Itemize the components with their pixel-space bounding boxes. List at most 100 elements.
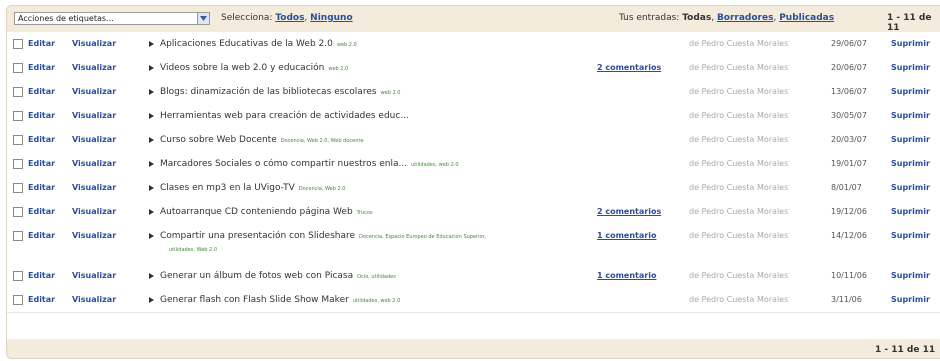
pagination-count-bottom: 1 - 11 de 11 [875, 345, 936, 355]
post-title[interactable]: Herramientas web para creación de activi… [160, 111, 413, 121]
delete-link[interactable]: Suprimir [891, 135, 930, 144]
expand-triangle-icon[interactable] [149, 41, 154, 47]
edit-link[interactable]: Editar [28, 231, 55, 240]
edit-link[interactable]: Editar [28, 39, 55, 48]
post-date: 13/06/07 [831, 87, 867, 96]
selecciona-label: Selecciona: [221, 13, 273, 23]
expand-triangle-icon[interactable] [149, 113, 154, 119]
table-row: Editar Visualizar Herramientas web para cr… [7, 104, 940, 129]
expand-triangle-icon[interactable] [149, 297, 154, 303]
filter-drafts-link[interactable]: Borradores [717, 13, 774, 23]
post-date: 10/11/06 [831, 271, 867, 280]
row-checkbox[interactable] [13, 159, 23, 169]
table-row: Editar Visualizar Videos sobre la web 2.0 … [7, 56, 940, 81]
row-checkbox[interactable] [13, 295, 23, 305]
post-tags[interactable]: web 2.0 [381, 90, 401, 96]
post-title[interactable]: Marcadores Sociales o cómo compartir nue… [160, 159, 459, 169]
post-author: de Pedro Cuesta Morales [689, 207, 789, 216]
row-checkbox[interactable] [13, 271, 23, 281]
chevron-down-icon[interactable] [197, 13, 209, 24]
view-link[interactable]: Visualizar [72, 39, 116, 48]
edit-link[interactable]: Editar [28, 135, 55, 144]
edit-link[interactable]: Editar [28, 295, 55, 304]
post-tags[interactable]: Trucos [357, 210, 373, 216]
edit-link[interactable]: Editar [28, 87, 55, 96]
post-title[interactable]: Compartir una presentación con Slideshar… [160, 231, 486, 241]
view-link[interactable]: Visualizar [72, 135, 116, 144]
delete-link[interactable]: Suprimir [891, 87, 930, 96]
view-link[interactable]: Visualizar [72, 183, 116, 192]
post-title[interactable]: Curso sobre Web Docente Docencia, Web 2.0… [160, 135, 363, 145]
post-tags[interactable]: utilidades, web 2.0 [411, 162, 458, 168]
select-all-link[interactable]: Todos [275, 13, 304, 23]
row-checkbox[interactable] [13, 135, 23, 145]
delete-link[interactable]: Suprimir [891, 295, 930, 304]
view-link[interactable]: Visualizar [72, 159, 116, 168]
delete-link[interactable]: Suprimir [891, 183, 930, 192]
expand-triangle-icon[interactable] [149, 209, 154, 215]
post-tags-line2[interactable]: utilidades, Web 2.0 [169, 247, 217, 253]
comments-link[interactable]: 2 comentarios [597, 63, 661, 72]
edit-link[interactable]: Editar [28, 63, 55, 72]
post-title-text: Generar flash con Flash Slide Show Maker [160, 295, 349, 305]
expand-triangle-icon[interactable] [149, 185, 154, 191]
filter-published-link[interactable]: Publicadas [779, 13, 834, 23]
view-link[interactable]: Visualizar [72, 231, 116, 240]
expand-triangle-icon[interactable] [149, 233, 154, 239]
expand-triangle-icon[interactable] [149, 65, 154, 71]
post-title[interactable]: Autoarranque CD conteniendo página Web Tr… [160, 207, 373, 217]
row-checkbox[interactable] [13, 231, 23, 241]
delete-link[interactable]: Suprimir [891, 63, 930, 72]
delete-link[interactable]: Suprimir [891, 231, 930, 240]
delete-link[interactable]: Suprimir [891, 111, 930, 120]
label-actions-select[interactable]: Acciones de etiquetas... [14, 12, 210, 25]
post-tags[interactable]: Docencia, Espacio Europeo de Educación S… [359, 234, 486, 240]
post-title[interactable]: Generar flash con Flash Slide Show Maker… [160, 295, 400, 305]
comments-link[interactable]: 1 comentario [597, 271, 656, 280]
post-tags[interactable]: Docencia, Web 2.0 [299, 186, 346, 192]
view-link[interactable]: Visualizar [72, 87, 116, 96]
view-link[interactable]: Visualizar [72, 111, 116, 120]
delete-link[interactable]: Suprimir [891, 39, 930, 48]
table-row: Editar Visualizar Blogs: dinamización de l… [7, 80, 940, 105]
post-title[interactable]: Generar un álbum de fotos web con Picasa… [160, 271, 396, 281]
filter-all[interactable]: Todas [682, 13, 711, 23]
post-author: de Pedro Cuesta Morales [689, 159, 789, 168]
comments-link[interactable]: 1 comentario [597, 231, 656, 240]
post-tags[interactable]: utilidades, web 2.0 [353, 298, 400, 304]
edit-link[interactable]: Editar [28, 159, 55, 168]
expand-triangle-icon[interactable] [149, 273, 154, 279]
delete-link[interactable]: Suprimir [891, 207, 930, 216]
delete-link[interactable]: Suprimir [891, 159, 930, 168]
delete-link[interactable]: Suprimir [891, 271, 930, 280]
post-title[interactable]: Clases en mp3 en la UVigo-TV Docencia, We… [160, 183, 345, 193]
edit-link[interactable]: Editar [28, 111, 55, 120]
expand-triangle-icon[interactable] [149, 89, 154, 95]
post-title[interactable]: Videos sobre la web 2.0 y educación web 2… [160, 63, 348, 73]
row-checkbox[interactable] [13, 87, 23, 97]
post-tags[interactable]: Ocio, utilidades [357, 274, 396, 280]
post-tags[interactable]: Docencia, Web 2.0, Web docente [281, 138, 364, 144]
view-link[interactable]: Visualizar [72, 207, 116, 216]
edit-link[interactable]: Editar [28, 271, 55, 280]
post-tags[interactable]: web 2.0 [328, 66, 348, 72]
post-date: 3/11/06 [831, 295, 862, 304]
row-checkbox[interactable] [13, 111, 23, 121]
edit-link[interactable]: Editar [28, 183, 55, 192]
post-title[interactable]: Blogs: dinamización de las bibliotecas e… [160, 87, 400, 97]
row-checkbox[interactable] [13, 183, 23, 193]
row-checkbox[interactable] [13, 63, 23, 73]
view-link[interactable]: Visualizar [72, 271, 116, 280]
edit-link[interactable]: Editar [28, 207, 55, 216]
select-none-link[interactable]: Ninguno [310, 13, 352, 23]
expand-triangle-icon[interactable] [149, 161, 154, 167]
post-tags[interactable]: web 2.0 [337, 42, 357, 48]
row-checkbox[interactable] [13, 39, 23, 49]
expand-triangle-icon[interactable] [149, 137, 154, 143]
post-title[interactable]: Aplicaciones Educativas de la Web 2.0 web… [160, 39, 357, 49]
comments-link[interactable]: 2 comentarios [597, 207, 661, 216]
view-link[interactable]: Visualizar [72, 295, 116, 304]
post-author: de Pedro Cuesta Morales [689, 135, 789, 144]
view-link[interactable]: Visualizar [72, 63, 116, 72]
row-checkbox[interactable] [13, 207, 23, 217]
